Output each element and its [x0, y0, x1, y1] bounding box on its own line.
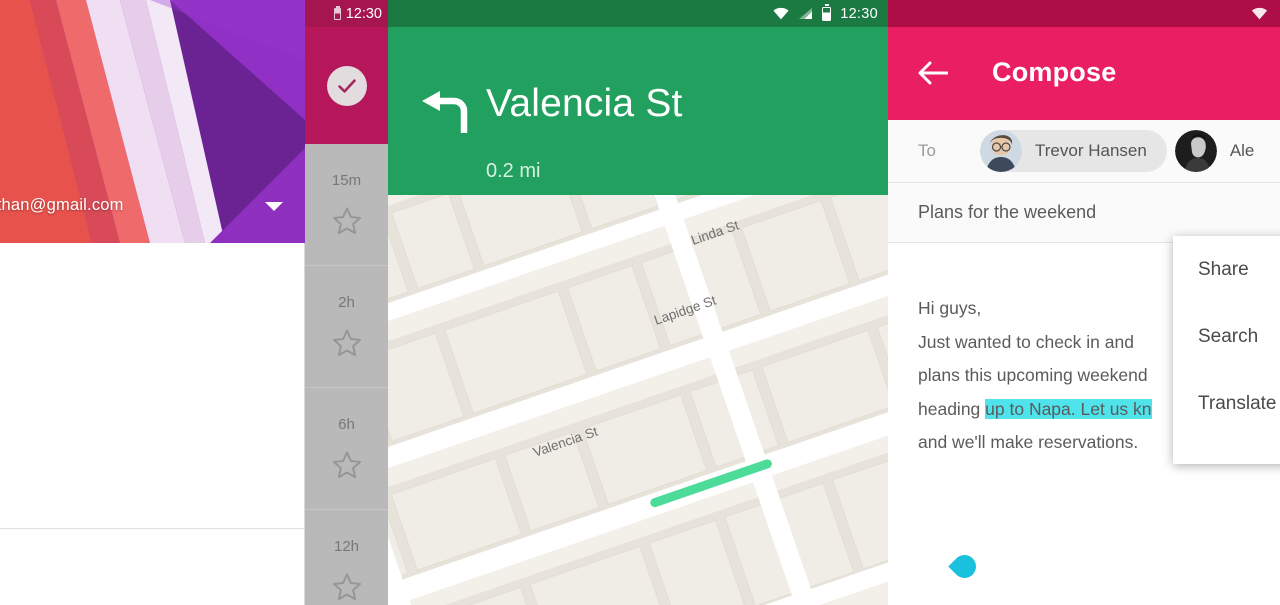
recipient-name: Trevor Hansen	[1035, 141, 1147, 160]
battery-icon	[333, 5, 341, 20]
drawer-status-bar: 12:30	[305, 0, 388, 27]
check-glyph	[337, 78, 356, 93]
compose-status-bar	[888, 0, 1280, 27]
context-menu-item-search[interactable]: Search	[1173, 303, 1280, 370]
text-context-menu: Share Search Translate	[1173, 236, 1280, 464]
drawer-items-list	[0, 243, 305, 605]
star-outline-icon[interactable]	[331, 205, 363, 237]
snooze-option-3[interactable]: 12h	[305, 510, 388, 605]
chevron-down-icon[interactable]	[265, 202, 283, 211]
recipient-chip-0[interactable]: Trevor Hansen	[980, 130, 1167, 172]
snooze-option-label: 12h	[333, 538, 360, 555]
status-time: 12:30	[345, 5, 382, 22]
star-outline-icon[interactable]	[331, 449, 363, 481]
body-text: Just wanted to check in and	[918, 331, 1134, 352]
screenshot-stage: 12:30 15m 2h 6h 12h han@gmail.com 12:30 …	[0, 0, 1280, 605]
snooze-option-label: 2h	[338, 294, 355, 311]
snooze-option-2[interactable]: 6h	[305, 388, 388, 510]
arrow-back-icon[interactable]	[918, 60, 948, 86]
compose-app-bar: Compose	[888, 27, 1280, 120]
page-title: Compose	[992, 57, 1117, 87]
context-menu-item-translate[interactable]: Translate	[1173, 370, 1280, 437]
drawer-divider	[0, 528, 305, 529]
snooze-option-0[interactable]: 15m	[305, 144, 388, 266]
snooze-options-list: 15m 2h 6h 12h	[305, 144, 388, 605]
recipient-chip-1[interactable]: Ale	[1174, 130, 1255, 172]
drawer-account-header[interactable]: nathan@gmail.com	[0, 0, 305, 243]
turn-left-icon	[422, 91, 468, 133]
navigation-drawer: nathan@gmail.com	[0, 0, 305, 605]
status-time: 12:30	[840, 5, 878, 22]
body-text: Hi guys,	[918, 298, 982, 318]
snooze-confirm-area[interactable]	[305, 27, 388, 144]
wifi-icon	[1251, 7, 1268, 20]
star-outline-icon[interactable]	[331, 571, 363, 603]
signal-bars-icon	[799, 8, 813, 19]
avatar	[1174, 130, 1217, 172]
maps-navigation-panel: 12:30 Valencia St 0.2 mi Linda St Lapidg…	[388, 0, 888, 605]
snooze-rail: 12:30 15m 2h 6h 12h	[305, 0, 388, 605]
avatar-trevor-photo	[980, 130, 1022, 172]
context-menu-item-share[interactable]: Share	[1173, 236, 1280, 303]
to-label: To	[918, 141, 936, 160]
body-text: and we'll make reservations.	[918, 432, 1139, 452]
body-text: heading	[918, 398, 986, 419]
recipient-name: Ale	[1229, 141, 1255, 160]
avatar	[980, 130, 1022, 172]
avatar-alex-photo	[1174, 130, 1217, 172]
selected-text-highlight[interactable]: up to Napa. Let us kn	[985, 398, 1152, 419]
snooze-option-label: 6h	[338, 416, 355, 433]
text-selection-handle-icon[interactable]	[948, 550, 981, 583]
maps-street-name: Valencia St	[486, 82, 683, 125]
battery-icon	[822, 4, 832, 21]
subject-row[interactable]: Plans for the weekend	[888, 183, 1280, 243]
gmail-drawer-panel: 12:30 15m 2h 6h 12h han@gmail.com	[0, 0, 388, 605]
maps-direction-bar: Valencia St 0.2 mi	[388, 27, 888, 195]
maps-status-bar: 12:30	[388, 0, 888, 27]
star-outline-icon[interactable]	[331, 327, 363, 359]
body-text: plans this upcoming weekend	[918, 365, 1148, 385]
account-email: nathan@gmail.com	[0, 196, 124, 214]
check-circle-icon[interactable]	[326, 65, 367, 106]
maps-distance: 0.2 mi	[486, 160, 541, 182]
wifi-icon	[773, 7, 789, 20]
map-tiles: Linda St Lapidge St Valencia St	[388, 195, 888, 605]
snooze-option-1[interactable]: 2h	[305, 266, 388, 388]
map-view[interactable]: Linda St Lapidge St Valencia St	[388, 195, 888, 605]
snooze-option-label: 15m	[331, 172, 362, 189]
subject-text: Plans for the weekend	[918, 202, 1097, 222]
recipients-row[interactable]: To Trevor Hansen Ale	[888, 120, 1280, 183]
